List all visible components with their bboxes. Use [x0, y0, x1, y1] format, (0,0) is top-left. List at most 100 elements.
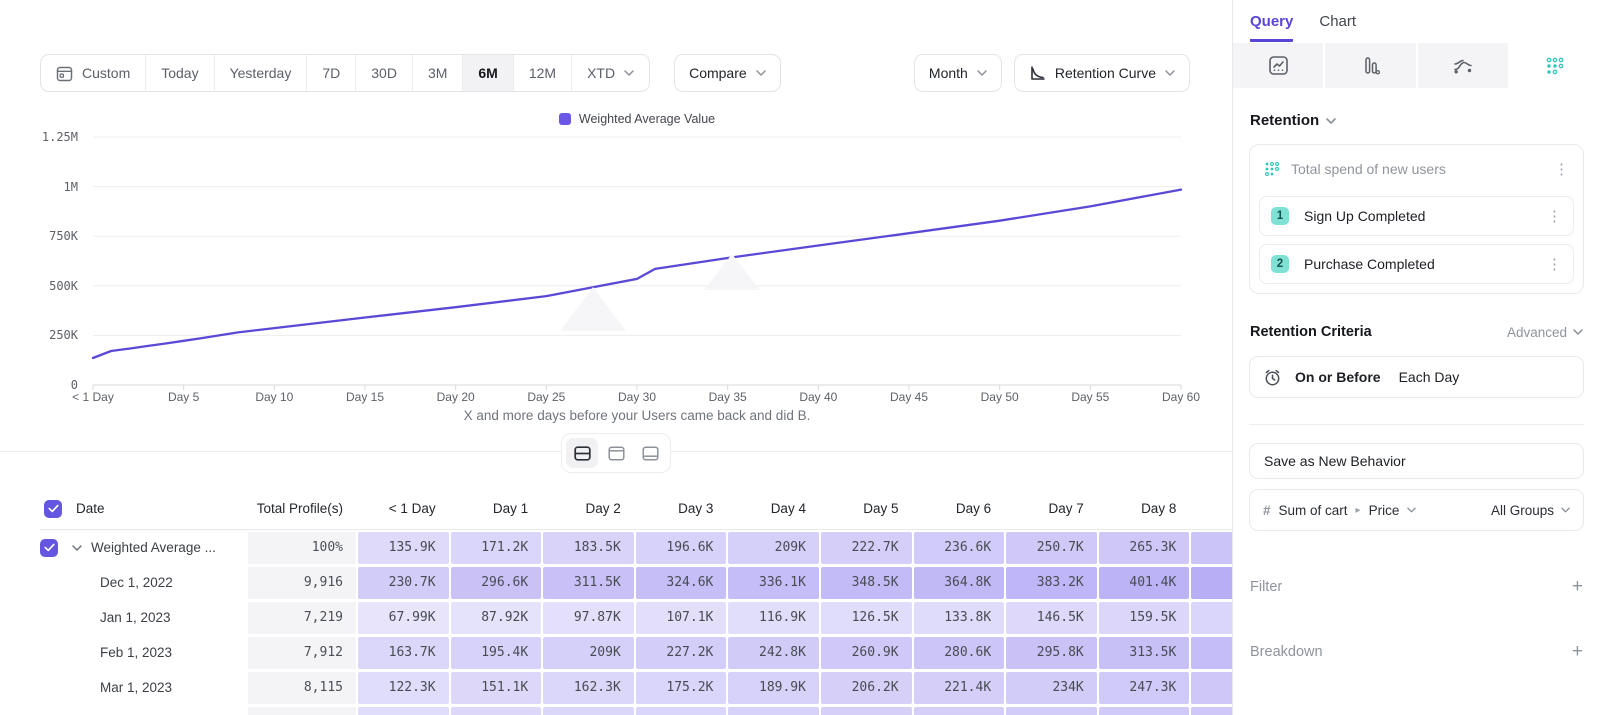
retention-value-cell — [728, 707, 819, 715]
layout-split-toggle[interactable] — [566, 438, 598, 468]
tab-query[interactable]: Query — [1250, 13, 1293, 42]
step-event-label: Sign Up Completed — [1304, 208, 1425, 224]
number-property-icon: # — [1263, 503, 1271, 518]
column-header: Total Profile(s) — [247, 501, 357, 516]
step-number-badge: 1 — [1271, 207, 1289, 225]
total-profiles-cell: 7,219 — [248, 602, 356, 634]
funnel-icon — [1360, 55, 1381, 76]
retention-value-cell: 162.3K — [543, 672, 634, 704]
retention-value-cell-clipped — [1191, 672, 1232, 704]
retention-value-cell — [543, 707, 634, 715]
total-profiles-cell: 7,912 — [248, 637, 356, 669]
behavior-title-row[interactable]: Total spend of new users ⋮ — [1259, 154, 1574, 188]
retention-value-cell: 247.3K — [1099, 672, 1190, 704]
x-tick-label: Day 20 — [414, 390, 498, 404]
tab-chart[interactable]: Chart — [1319, 13, 1356, 42]
report-type-tab-flows-icon[interactable] — [1418, 43, 1508, 88]
kebab-menu-icon[interactable]: ⋮ — [1547, 209, 1562, 224]
retention-section-label: Retention — [1250, 112, 1319, 129]
retention-value-cell: 133.8K — [914, 602, 1005, 634]
retention-value-cell: 67.99K — [358, 602, 449, 634]
insights-icon — [1268, 55, 1289, 76]
report-type-tabs — [1233, 43, 1600, 88]
retention-value-cell — [821, 707, 912, 715]
y-tick-label: 1M — [28, 180, 78, 194]
report-type-tab-retention-icon[interactable] — [1510, 43, 1600, 88]
measurement-subproperty[interactable]: Price — [1369, 503, 1400, 518]
table-row: Dec 1, 20229,916230.7K296.6K311.5K324.6K… — [40, 565, 1232, 600]
retention-value-cell: 383.2K — [1006, 567, 1097, 599]
report-main-area: CustomTodayYesterday7D30D3M6M12MXTD Comp… — [0, 0, 1232, 715]
behavior-steps: 1Sign Up Completed⋮2Purchase Completed⋮ — [1259, 196, 1574, 284]
retention-value-cell-clipped — [1191, 532, 1232, 564]
kebab-menu-icon[interactable]: ⋮ — [1547, 257, 1562, 272]
retention-value-cell: 348.5K — [821, 567, 912, 599]
retention-value-cell: 135.9K — [358, 532, 449, 564]
measurement-property[interactable]: Sum of cart — [1279, 503, 1348, 518]
retention-value-cell: 260.9K — [821, 637, 912, 669]
criteria-mode-dropdown[interactable]: Advanced — [1507, 325, 1583, 340]
retention-value-cell: 336.1K — [728, 567, 819, 599]
layout-toggle-group — [561, 433, 671, 473]
report-type-tab-funnel-icon[interactable] — [1325, 43, 1415, 88]
retention-value-cell: 107.1K — [636, 602, 727, 634]
row-label[interactable]: Feb 1, 2023 — [100, 645, 172, 660]
y-tick-label: 500K — [28, 279, 78, 293]
layout-table-only-toggle[interactable] — [634, 438, 666, 468]
total-profiles-cell: 8,115 — [248, 672, 356, 704]
total-profiles-cell — [248, 707, 356, 715]
retention-value-cell: 126.5K — [821, 602, 912, 634]
retention-value-cell-clipped — [1191, 637, 1232, 669]
group-dropdown[interactable]: All Groups — [1491, 503, 1570, 518]
x-tick-label: Day 40 — [776, 390, 860, 404]
retention-value-cell: 242.8K — [728, 637, 819, 669]
behavior-card: Total spend of new users ⋮ 1 Sign Up Comp… — [1249, 144, 1584, 294]
group-label: All Groups — [1491, 503, 1554, 518]
behavior-step-1[interactable]: 1 Sign Up Completed ⋮ — [1259, 196, 1574, 236]
x-tick-label: Day 10 — [232, 390, 316, 404]
behavior-step-2[interactable]: 2Purchase Completed⋮ — [1259, 244, 1574, 284]
alarm-clock-icon — [1263, 368, 1282, 387]
property-arrow-icon: ▸ — [1356, 505, 1361, 516]
x-tick-label: Day 30 — [595, 390, 679, 404]
save-as-new-behavior-button[interactable]: Save as New Behavior — [1249, 443, 1584, 479]
x-tick-label: Day 50 — [958, 390, 1042, 404]
row-label[interactable]: Weighted Average ... — [91, 540, 216, 555]
query-panel: Query Chart Retention Total spend of new… — [1232, 0, 1600, 715]
retention-value-cell: 250.7K — [1006, 532, 1097, 564]
retention-value-cell: 295.8K — [1006, 637, 1097, 669]
chevron-down-icon — [1407, 507, 1416, 513]
add-breakdown-button[interactable]: + — [1572, 642, 1583, 661]
select-all-checkbox[interactable] — [44, 500, 62, 518]
retention-criteria-row: Retention Criteria Advanced — [1250, 324, 1583, 340]
breakdown-row: Breakdown + — [1250, 642, 1583, 661]
retention-value-cell: 227.2K — [636, 637, 727, 669]
kebab-menu-icon[interactable]: ⋮ — [1554, 162, 1569, 177]
retention-value-cell-clipped — [1191, 567, 1232, 599]
retention-value-cell: 401.4K — [1099, 567, 1190, 599]
retention-value-cell-clipped — [1191, 707, 1232, 715]
retention-value-cell: 122.3K — [358, 672, 449, 704]
column-header: Day 8 — [1098, 501, 1191, 516]
row-label[interactable]: Mar 1, 2023 — [100, 680, 172, 695]
add-filter-button[interactable]: + — [1572, 577, 1583, 596]
table-body: Weighted Average ...100%135.9K171.2K183.… — [0, 530, 1232, 715]
retention-value-cell: 159.5K — [1099, 602, 1190, 634]
x-tick-label: < 1 Day — [51, 390, 135, 404]
save-label: Save as New Behavior — [1264, 453, 1406, 469]
table-row: Weighted Average ...100%135.9K171.2K183.… — [40, 530, 1232, 565]
expand-chevron-icon[interactable] — [72, 545, 82, 551]
row-label[interactable]: Dec 1, 2022 — [100, 575, 173, 590]
retention-value-cell — [451, 707, 542, 715]
column-header: Day 3 — [635, 501, 728, 516]
retention-condition-box[interactable]: On or Before Each Day — [1249, 356, 1584, 398]
total-profiles-cell: 9,916 — [248, 567, 356, 599]
row-checkbox[interactable] — [40, 539, 58, 557]
row-label[interactable]: Jan 1, 2023 — [100, 610, 171, 625]
retention-value-cell — [1099, 707, 1190, 715]
layout-chart-only-toggle[interactable] — [600, 438, 632, 468]
report-type-tab-insights-icon[interactable] — [1233, 43, 1323, 88]
total-profiles-cell: 100% — [248, 532, 356, 564]
retention-section-header[interactable]: Retention — [1250, 112, 1583, 129]
chart-caption: X and more days before your Users came b… — [93, 408, 1181, 423]
